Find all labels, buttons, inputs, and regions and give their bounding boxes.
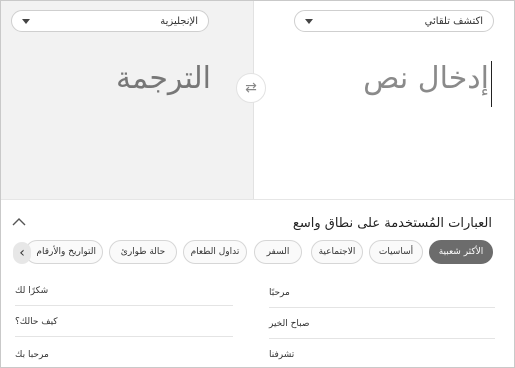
phrase-item[interactable]: كيف حالك؟ [15, 307, 233, 337]
chip-category[interactable]: الأكثر شعبية [429, 240, 493, 264]
chip-category[interactable]: السفر [254, 240, 302, 264]
chevron-down-icon [305, 18, 313, 24]
chevron-left-icon: ‹ [19, 245, 25, 261]
chip-category[interactable]: التواريخ والأرقام [25, 240, 103, 264]
phrase-item[interactable]: شكرًا لك [15, 276, 233, 306]
chip-category[interactable]: الاجتماعية [311, 240, 363, 264]
target-language-select[interactable]: الإنجليزية [11, 10, 209, 32]
swap-icon: ⇄ [245, 80, 257, 96]
phrases-title: العبارات المُستخدمة على نطاق واسع [292, 216, 492, 231]
phrase-item[interactable]: مرحبا بك [15, 340, 233, 367]
output-panel: الإنجليزية الترجمة [1, 1, 254, 199]
translator-window: الإنجليزية الترجمة اكتشف تلقائي إدخال نص… [0, 0, 515, 368]
phrase-item[interactable]: مرحبًا [269, 278, 495, 308]
phrase-item[interactable]: صباح الخير [269, 309, 495, 339]
text-cursor [491, 61, 492, 107]
category-chips: الأكثر شعبية أساسيات الاجتماعية السفر تد… [11, 240, 493, 266]
translation-output: الترجمة [115, 61, 211, 96]
text-input-placeholder[interactable]: إدخال نص [359, 61, 489, 96]
common-phrases-section: العبارات المُستخدمة على نطاق واسع الأكثر… [1, 199, 514, 367]
collapse-button[interactable] [11, 214, 27, 228]
source-language-select[interactable]: اكتشف تلقائي [294, 10, 494, 32]
source-language-label: اكتشف تلقائي [424, 15, 483, 27]
swap-languages-button[interactable]: ⇄ [236, 73, 266, 103]
chip-category[interactable]: تداول الطعام [183, 240, 247, 264]
chip-category[interactable]: حالة طوارئ [109, 240, 177, 264]
chevron-down-icon [22, 18, 30, 24]
chip-category[interactable]: أساسيات [369, 240, 423, 264]
phrase-item[interactable]: تشرفنا [269, 340, 495, 367]
target-language-label: الإنجليزية [160, 15, 198, 27]
scroll-chips-button[interactable]: ‹ [13, 242, 31, 264]
chevron-up-icon [12, 217, 26, 225]
